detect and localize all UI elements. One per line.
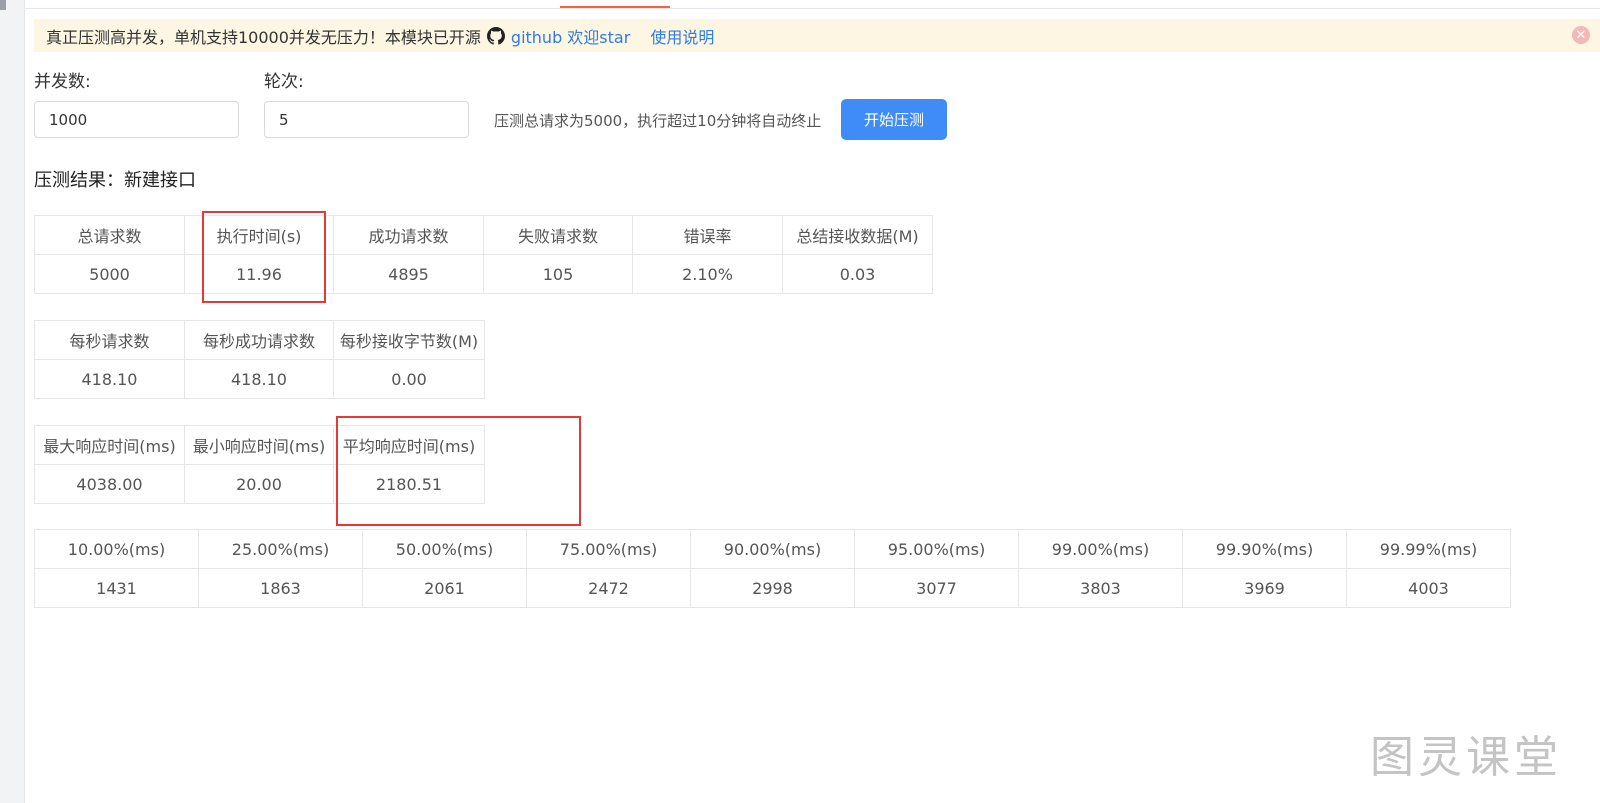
rounds-input[interactable]	[264, 101, 469, 138]
summary-header-row: 总请求数 执行时间(s) 成功请求数 失败请求数 错误率 总结接收数据(M)	[34, 215, 933, 255]
header-p50: 50.00%(ms)	[362, 529, 527, 569]
header-p90: 90.00%(ms)	[690, 529, 855, 569]
value-success-requests: 4895	[333, 254, 484, 294]
value-p50: 2061	[362, 568, 527, 608]
header-failed-requests: 失败请求数	[483, 215, 633, 255]
throughput-value-row: 418.10 418.10 0.00	[34, 359, 485, 399]
highlight-box-exec-time	[202, 211, 326, 303]
header-p99: 99.00%(ms)	[1018, 529, 1183, 569]
result-title: 压测结果：新建接口	[34, 170, 196, 191]
percentile-value-row: 1431 1863 2061 2472 2998 3077 3803 3969 …	[34, 568, 1511, 608]
value-p999: 3969	[1182, 568, 1347, 608]
header-p999: 99.90%(ms)	[1182, 529, 1347, 569]
value-error-rate: 2.10%	[632, 254, 783, 294]
usage-guide-link[interactable]: 使用说明	[650, 24, 714, 48]
github-icon[interactable]	[486, 26, 505, 45]
header-p25: 25.00%(ms)	[198, 529, 363, 569]
value-success-rps: 418.10	[184, 359, 334, 399]
left-sidebar-strip	[0, 0, 25, 803]
value-p25: 1863	[198, 568, 363, 608]
value-bytes-per-sec: 0.00	[333, 359, 485, 399]
header-success-requests: 成功请求数	[333, 215, 484, 255]
value-failed-requests: 105	[483, 254, 633, 294]
header-rps: 每秒请求数	[34, 320, 185, 360]
notice-banner: 真正压测高并发，单机支持10000并发无压力！本模块已开源 github 欢迎s…	[34, 19, 1600, 52]
header-p9999: 99.99%(ms)	[1346, 529, 1511, 569]
value-p9999: 4003	[1346, 568, 1511, 608]
total-requests-hint: 压测总请求为5000，执行超过10分钟将自动终止	[494, 112, 822, 130]
close-icon[interactable]: ✕	[1572, 26, 1590, 44]
percentile-header-row: 10.00%(ms) 25.00%(ms) 50.00%(ms) 75.00%(…	[34, 529, 1511, 569]
header-p95: 95.00%(ms)	[854, 529, 1019, 569]
header-p10: 10.00%(ms)	[34, 529, 199, 569]
value-p75: 2472	[526, 568, 691, 608]
value-p10: 1431	[34, 568, 199, 608]
value-p90: 2998	[690, 568, 855, 608]
top-tab-bar	[25, 0, 1600, 9]
concurrency-input[interactable]	[34, 101, 239, 138]
value-rps: 418.10	[34, 359, 185, 399]
header-total-received: 总结接收数据(M)	[782, 215, 933, 255]
value-p99: 3803	[1018, 568, 1183, 608]
value-total-received: 0.03	[782, 254, 933, 294]
value-min-response: 20.00	[184, 464, 334, 504]
throughput-table: 每秒请求数 每秒成功请求数 每秒接收字节数(M) 418.10 418.10 0…	[34, 320, 485, 399]
header-success-rps: 每秒成功请求数	[184, 320, 334, 360]
value-total-requests: 5000	[34, 254, 185, 294]
notice-text: 真正压测高并发，单机支持10000并发无压力！本模块已开源	[46, 27, 481, 47]
watermark-text: 图灵课堂	[1370, 732, 1562, 783]
start-test-button[interactable]: 开始压测	[841, 99, 947, 140]
value-max-response: 4038.00	[34, 464, 185, 504]
value-p95: 3077	[854, 568, 1019, 608]
rounds-label: 轮次:	[264, 72, 304, 92]
concurrency-label: 并发数:	[34, 72, 91, 92]
sidebar-collapse-mark[interactable]	[0, 0, 6, 10]
header-min-response: 最小响应时间(ms)	[184, 425, 334, 465]
header-bytes-per-sec: 每秒接收字节数(M)	[333, 320, 485, 360]
header-max-response: 最大响应时间(ms)	[34, 425, 185, 465]
header-error-rate: 错误率	[632, 215, 783, 255]
header-total-requests: 总请求数	[34, 215, 185, 255]
active-tab-indicator	[560, 6, 670, 8]
percentile-table: 10.00%(ms) 25.00%(ms) 50.00%(ms) 75.00%(…	[34, 529, 1511, 608]
header-p75: 75.00%(ms)	[526, 529, 691, 569]
throughput-header-row: 每秒请求数 每秒成功请求数 每秒接收字节数(M)	[34, 320, 485, 360]
highlight-box-avg-response	[336, 416, 581, 526]
summary-value-row: 5000 11.96 4895 105 2.10% 0.03	[34, 254, 933, 294]
github-star-link[interactable]: github 欢迎star	[511, 24, 630, 48]
summary-table: 总请求数 执行时间(s) 成功请求数 失败请求数 错误率 总结接收数据(M) 5…	[34, 215, 933, 294]
